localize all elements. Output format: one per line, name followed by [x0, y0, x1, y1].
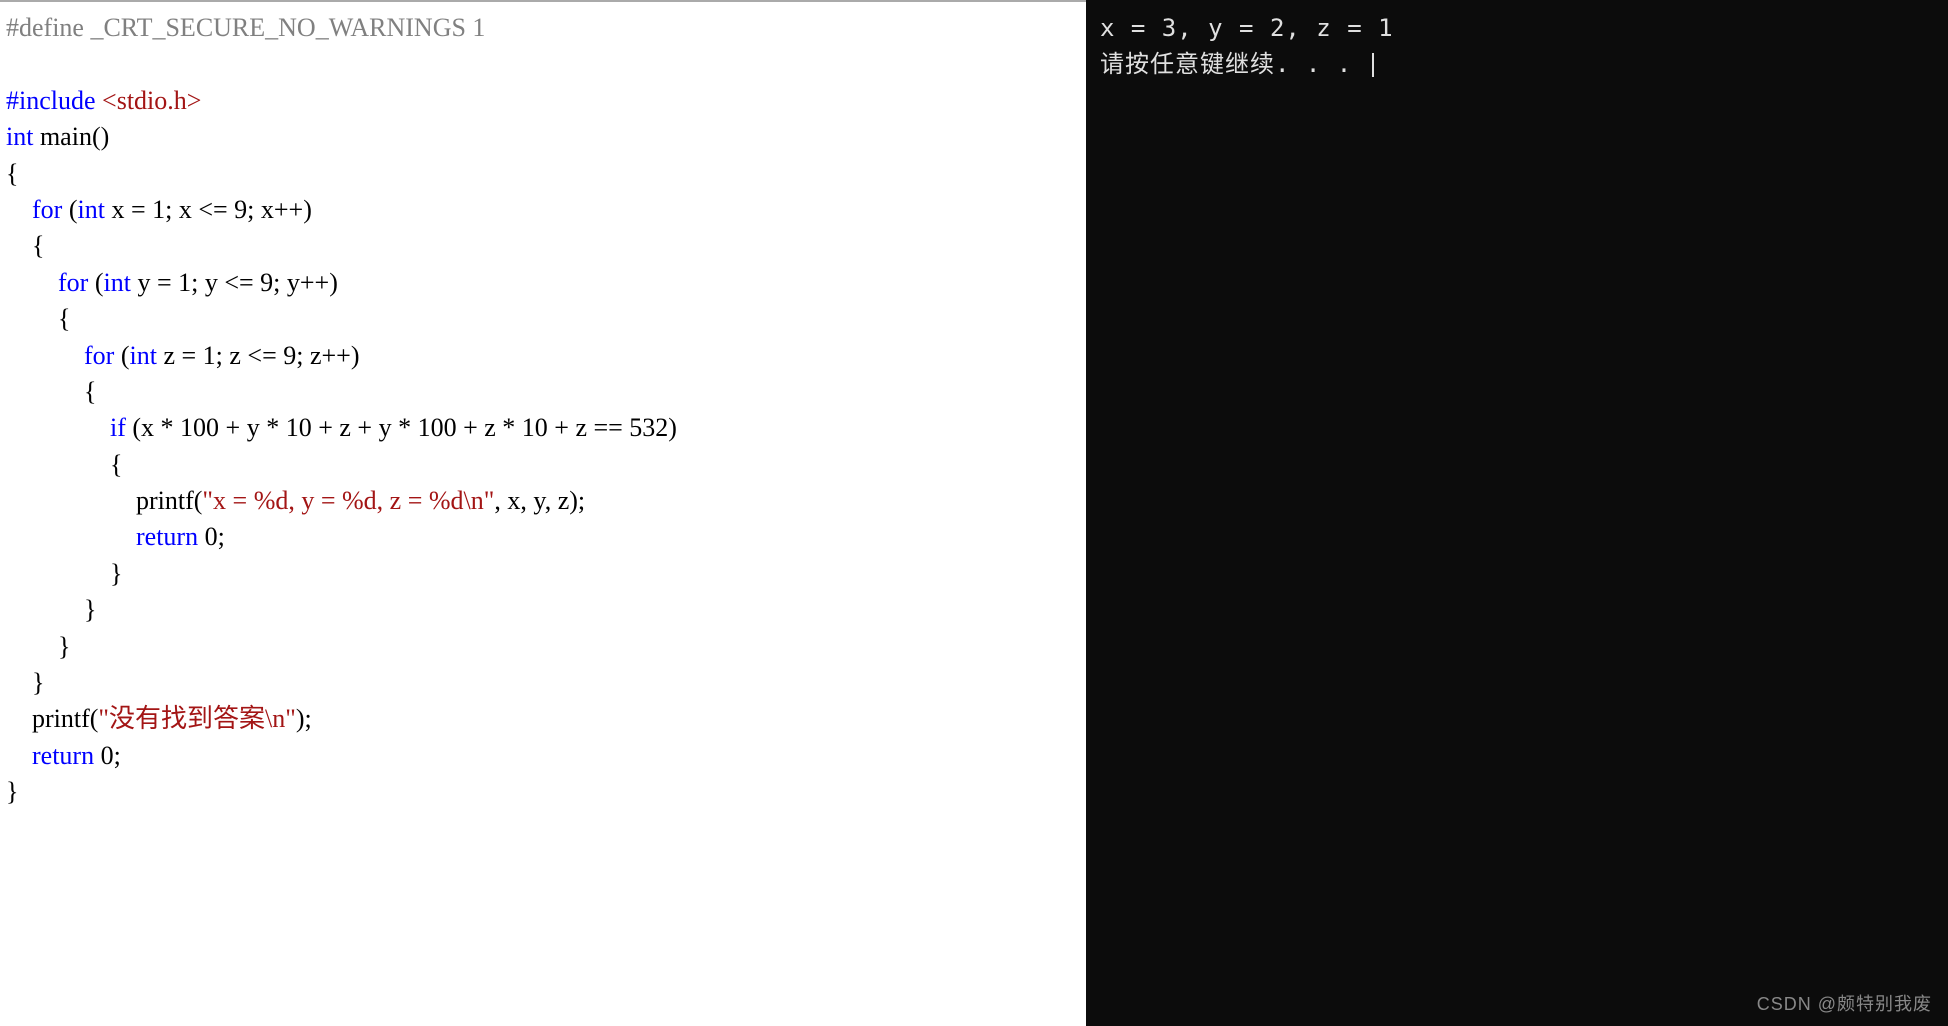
console-line-prompt: 请按任意键继续. . . [1100, 46, 1934, 82]
cursor-icon [1372, 53, 1374, 77]
indent [6, 413, 110, 442]
code-editor[interactable]: #define _CRT_SECURE_NO_WARNINGS 1 #inclu… [0, 0, 1086, 1026]
keyword-return: return [136, 522, 198, 551]
indent [6, 268, 58, 297]
preprocessor-define: #define [6, 13, 84, 42]
printf-call: printf( [6, 486, 202, 515]
brace-open: { [6, 231, 44, 260]
brace-open: { [6, 159, 18, 188]
preprocessor-include: #include [6, 86, 96, 115]
brace-close: } [6, 777, 18, 806]
brace-open: { [6, 304, 70, 333]
brace-close: } [6, 559, 122, 588]
include-header: <stdio.h> [96, 86, 202, 115]
type-int: int [130, 341, 157, 370]
keyword-if: if [110, 413, 126, 442]
indent [6, 522, 136, 551]
brace-close: } [6, 668, 44, 697]
indent [6, 741, 32, 770]
brace-open: { [6, 377, 96, 406]
brace-close: } [6, 632, 70, 661]
main-function: main() [33, 122, 109, 151]
indent [6, 195, 32, 224]
macro-name: _CRT_SECURE_NO_WARNINGS 1 [84, 13, 485, 42]
printf-call: printf( [6, 704, 98, 733]
keyword-for: for [32, 195, 62, 224]
watermark-text: CSDN @颇特别我废 [1757, 991, 1932, 1018]
brace-close: } [6, 595, 96, 624]
type-int: int [78, 195, 105, 224]
indent [6, 341, 84, 370]
keyword-return: return [32, 741, 94, 770]
console-line-output: x = 3, y = 2, z = 1 [1100, 10, 1934, 46]
brace-open: { [6, 450, 122, 479]
console-output[interactable]: x = 3, y = 2, z = 1 请按任意键继续. . . CSDN @颇… [1086, 0, 1948, 1026]
string-literal: "x = %d, y = %d, z = %d\n" [202, 486, 494, 515]
blank-line [6, 46, 1080, 82]
keyword-for: for [58, 268, 88, 297]
type-int: int [6, 122, 33, 151]
type-int: int [104, 268, 131, 297]
if-condition: (x * 100 + y * 10 + z + y * 100 + z * 10… [126, 413, 677, 442]
keyword-for: for [84, 341, 114, 370]
string-literal: "没有找到答案\n" [98, 704, 295, 733]
